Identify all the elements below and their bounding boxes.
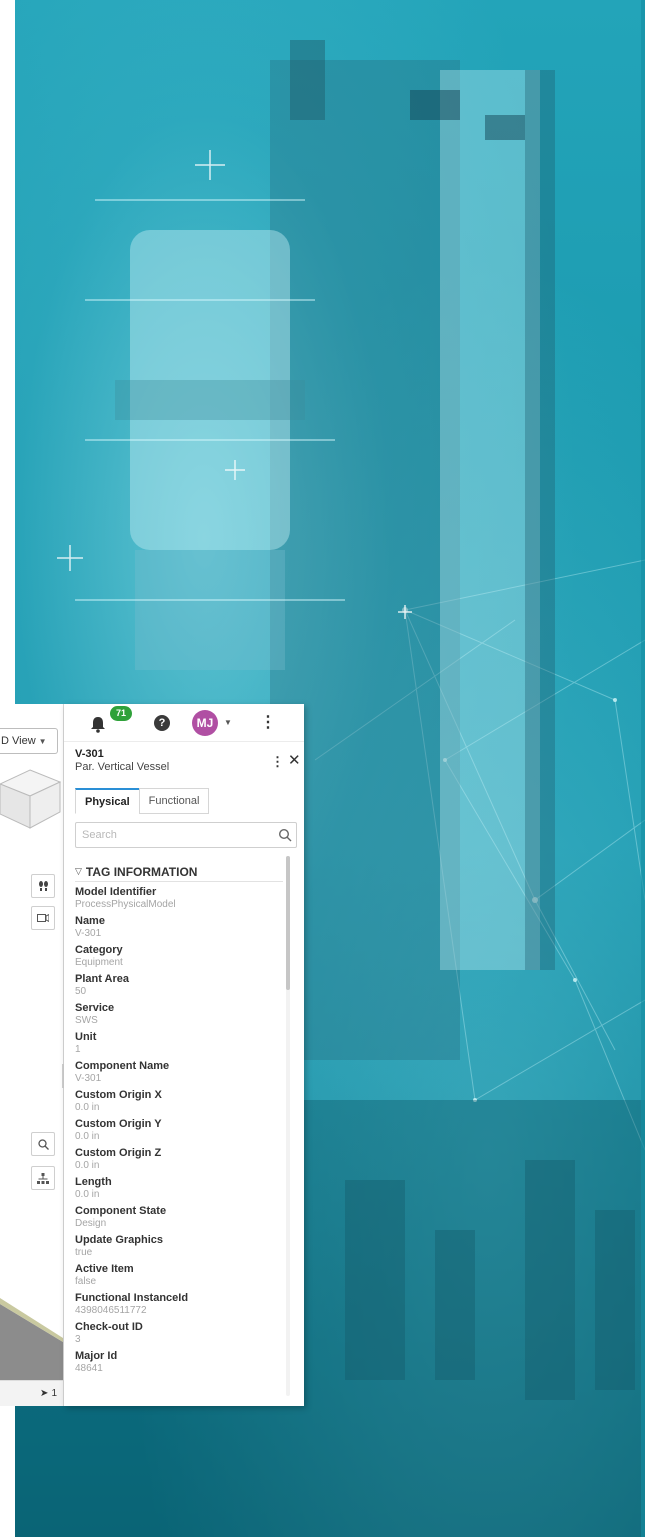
property-tabs: Physical Functional — [75, 788, 210, 814]
property-value: 48641 — [75, 1363, 103, 1374]
panel-options-icon[interactable]: ⋮ — [271, 754, 284, 770]
property-list: Model Identifier ProcessPhysicalModel Name… — [75, 886, 280, 1379]
view-mode-label: D View — [1, 735, 36, 747]
property-row: Major Id 48641 — [75, 1350, 280, 1379]
close-icon[interactable]: ✕ — [288, 751, 301, 769]
selection-count: 1 — [51, 1388, 57, 1399]
property-row: Custom Origin X 0.0 in — [75, 1089, 280, 1118]
item-subtitle: Par. Vertical Vessel — [75, 761, 170, 773]
property-row: Category Equipment — [75, 944, 280, 973]
property-label: Component Name — [75, 1060, 170, 1072]
property-label: Major Id — [75, 1350, 118, 1362]
property-value: 0.0 in — [75, 1189, 100, 1200]
property-label: Custom Origin Y — [75, 1118, 162, 1130]
tab-physical[interactable]: Physical — [75, 788, 140, 814]
property-value: 1 — [75, 1044, 81, 1055]
tab-functional[interactable]: Functional — [138, 788, 210, 814]
property-label: Functional InstanceId — [75, 1292, 189, 1304]
property-label: Unit — [75, 1031, 97, 1043]
property-value: true — [75, 1247, 93, 1258]
property-label: Plant Area — [75, 973, 130, 985]
scrollbar-thumb[interactable] — [286, 856, 290, 990]
footsteps-icon[interactable] — [31, 874, 55, 898]
property-row: Name V-301 — [75, 915, 280, 944]
chevron-down-icon: ▼ — [38, 737, 47, 746]
bell-icon[interactable] — [88, 714, 108, 734]
property-value: V-301 — [75, 1073, 102, 1084]
item-title: V-301 — [75, 748, 104, 760]
property-label: Length — [75, 1176, 112, 1188]
hierarchy-icon[interactable] — [31, 1166, 55, 1190]
property-value: V-301 — [75, 928, 102, 939]
property-label: Service — [75, 1002, 115, 1014]
property-row: Service SWS — [75, 1002, 280, 1031]
item-header: V-301 Par. Vertical Vessel ⋮ ✕ — [75, 748, 301, 784]
search-box — [75, 822, 297, 848]
property-row: Component Name V-301 — [75, 1060, 280, 1089]
property-value: 50 — [75, 986, 87, 997]
property-value: 0.0 in — [75, 1160, 100, 1171]
top-toolbar: 71 ? MJ ▼ ⋮ — [64, 704, 304, 742]
right-edge — [641, 0, 645, 1537]
property-label: Check-out ID — [75, 1321, 143, 1333]
property-row: Custom Origin Y 0.0 in — [75, 1118, 280, 1147]
property-row: Update Graphics true — [75, 1234, 280, 1263]
property-row: Model Identifier ProcessPhysicalModel — [75, 886, 280, 915]
property-label: Update Graphics — [75, 1234, 164, 1246]
property-row: Length 0.0 in — [75, 1176, 280, 1205]
property-value: 0.0 in — [75, 1131, 100, 1142]
search-input[interactable] — [82, 827, 262, 843]
property-row: Active Item false — [75, 1263, 280, 1292]
3d-model-object[interactable] — [0, 1298, 63, 1380]
property-row: Check-out ID 3 — [75, 1321, 280, 1350]
property-row: Component State Design — [75, 1205, 280, 1234]
property-value: 0.0 in — [75, 1102, 100, 1113]
camera-icon[interactable] — [31, 906, 55, 930]
property-label: Category — [75, 944, 123, 956]
property-value: false — [75, 1276, 97, 1287]
property-row: Unit 1 — [75, 1031, 280, 1060]
property-label: Component State — [75, 1205, 167, 1217]
zoom-icon[interactable] — [31, 1132, 55, 1156]
more-options-icon[interactable]: ⋮ — [260, 713, 276, 733]
property-label: Custom Origin X — [75, 1089, 162, 1101]
chevron-down-icon[interactable]: ▼ — [224, 718, 232, 727]
notification-badge[interactable]: 71 — [110, 706, 132, 721]
property-value: Equipment — [75, 957, 123, 968]
viewer-status-bar: ➤ 1 — [0, 1380, 63, 1406]
section-title: TAG INFORMATION — [85, 864, 198, 879]
property-label: Name — [75, 915, 105, 927]
properties-panel: 71 ? MJ ▼ ⋮ V-301 Par. Vertical Vessel ⋮… — [64, 704, 304, 1406]
view-cube[interactable] — [0, 768, 62, 848]
chevron-down-icon: ▽ — [75, 866, 82, 876]
property-value: 3 — [75, 1334, 81, 1345]
section-toggle-tag-information[interactable]: ▽ TAG INFORMATION — [75, 862, 283, 882]
property-value: Design — [75, 1218, 107, 1229]
property-value: 4398046511772 — [75, 1305, 147, 1316]
cursor-icon: ➤ — [40, 1388, 49, 1399]
help-icon[interactable]: ? — [154, 715, 170, 731]
property-row: Custom Origin Z 0.0 in — [75, 1147, 280, 1176]
property-value: SWS — [75, 1015, 98, 1026]
search-icon[interactable] — [278, 828, 292, 842]
property-label: Custom Origin Z — [75, 1147, 162, 1159]
property-label: Model Identifier — [75, 886, 157, 898]
user-avatar[interactable]: MJ — [192, 710, 218, 736]
property-label: Active Item — [75, 1263, 134, 1275]
3d-viewer-pane[interactable]: D View ▼ ➤ 1 — [0, 704, 65, 1406]
property-value: ProcessPhysicalModel — [75, 899, 176, 910]
property-row: Plant Area 50 — [75, 973, 280, 1002]
view-mode-dropdown[interactable]: D View ▼ — [0, 728, 58, 754]
property-row: Functional InstanceId 4398046511772 — [75, 1292, 280, 1321]
